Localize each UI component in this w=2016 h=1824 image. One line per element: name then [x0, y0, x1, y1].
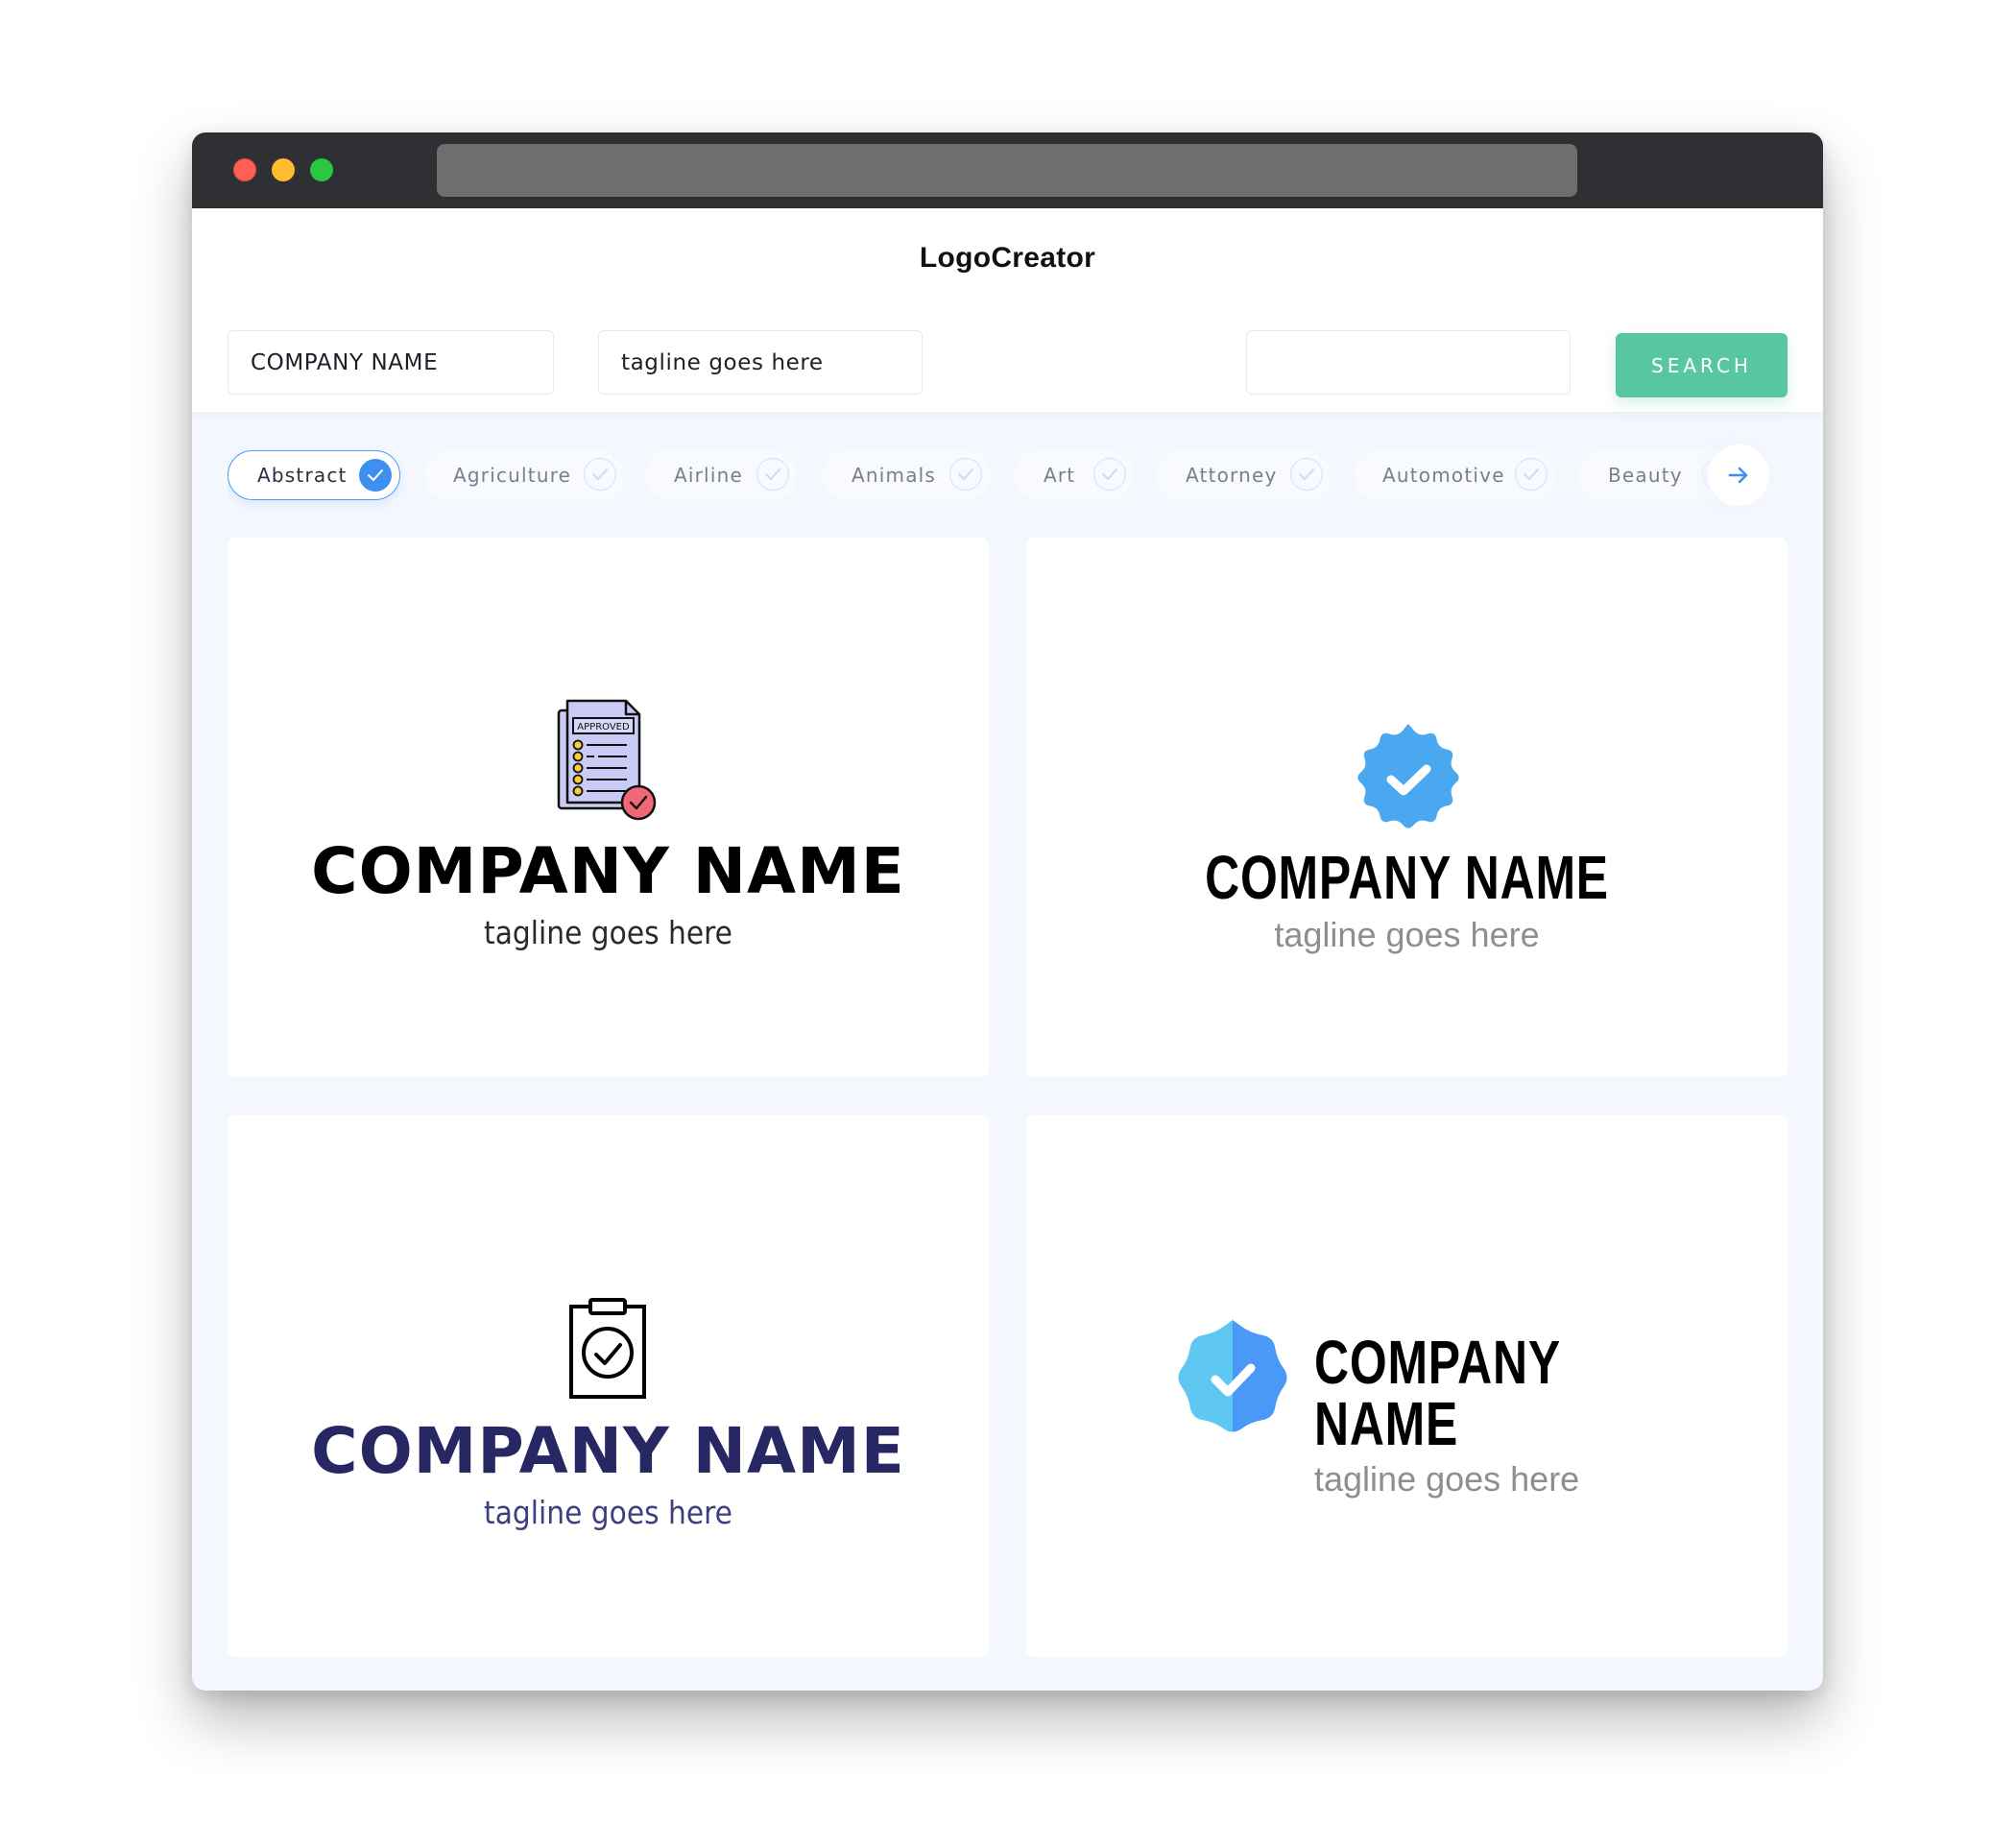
company-name-input[interactable]	[228, 330, 554, 395]
check-icon	[756, 458, 789, 491]
logo-company-name: COMPANY NAME	[311, 1414, 905, 1488]
category-chip-label: Beauty	[1608, 464, 1683, 487]
logo-tagline: tagline goes here	[1274, 915, 1540, 954]
category-chip-label: Automotive	[1382, 464, 1505, 487]
verified-badge-icon	[1357, 724, 1459, 828]
category-chip-label: Agriculture	[453, 464, 572, 487]
category-filter-bar: Abstract Agriculture Airline Animals Art Atto…	[228, 430, 1788, 518]
check-icon	[949, 458, 982, 491]
logo-text: COMPANY NAME tagline goes here	[228, 834, 989, 951]
keyword-input[interactable]	[1246, 330, 1571, 395]
maximize-window-button[interactable]	[310, 158, 333, 181]
category-chip-label: Abstract	[257, 464, 348, 487]
approved-document-icon: APPROVED	[557, 699, 657, 821]
category-chip-label: Attorney	[1186, 464, 1278, 487]
logo-card[interactable]: COMPANY NAME tagline goes here	[1026, 1115, 1788, 1657]
category-chip-automotive[interactable]: Automotive	[1354, 450, 1555, 500]
logo-tagline: tagline goes here	[484, 914, 732, 951]
minimize-window-button[interactable]	[272, 158, 295, 181]
category-chip-label: Airline	[674, 464, 743, 487]
logo-text: COMPANY NAME tagline goes here	[1314, 1332, 1788, 1497]
logo-text: COMPANY NAME tagline goes here	[228, 1414, 989, 1531]
category-chip-art[interactable]: Art	[1015, 450, 1134, 500]
logo-text: COMPANY NAME tagline goes here	[1026, 847, 1788, 952]
logo-company-name: COMPANY NAME	[1314, 1328, 1561, 1458]
category-chip-animals[interactable]: Animals	[823, 450, 990, 500]
site-logo-title[interactable]: LogoCreator	[920, 242, 1095, 275]
check-icon	[1515, 458, 1548, 491]
logo-company-name: COMPANY NAME	[311, 834, 905, 908]
logo-card[interactable]: APPROVED COMPANY NAME tagline goes here	[228, 538, 989, 1077]
browser-titlebar	[192, 132, 1823, 208]
arrow-right-icon	[1728, 467, 1748, 484]
tagline-input[interactable]	[598, 330, 923, 395]
category-chip-list: Abstract Agriculture Airline Animals Art Atto…	[228, 430, 1823, 518]
clipboard-check-icon	[569, 1298, 646, 1399]
site-header: LogoCreator	[192, 208, 1823, 308]
category-chip-airline[interactable]: Airline	[645, 450, 797, 500]
category-chip-agriculture[interactable]: Agriculture	[424, 450, 624, 500]
address-bar[interactable]	[437, 144, 1577, 197]
logo-tagline: tagline goes here	[1314, 1459, 1580, 1499]
search-button[interactable]: SEARCH	[1616, 333, 1788, 397]
category-chip-abstract[interactable]: Abstract	[228, 450, 400, 500]
logo-company-name: COMPANY NAME	[1205, 843, 1609, 912]
logo-card[interactable]: COMPANY NAME tagline goes here	[228, 1115, 989, 1657]
check-icon	[359, 459, 392, 492]
logo-tagline: tagline goes here	[484, 1494, 732, 1531]
category-chip-attorney[interactable]: Attorney	[1157, 450, 1331, 500]
check-icon	[584, 458, 616, 491]
check-icon	[1093, 458, 1126, 491]
search-bar: SEARCH	[192, 308, 1823, 412]
close-window-button[interactable]	[233, 158, 256, 181]
verified-badge-split-icon	[1178, 1320, 1287, 1432]
svg-text:APPROVED: APPROVED	[577, 722, 630, 732]
next-categories-button[interactable]	[1708, 444, 1769, 506]
category-chip-label: Animals	[852, 464, 937, 487]
category-chip-label: Art	[1044, 464, 1076, 487]
logo-card[interactable]: COMPANY NAME tagline goes here	[1026, 538, 1788, 1077]
browser-window: LogoCreator SEARCH Abstract Agriculture Ai…	[192, 132, 1823, 1691]
check-icon	[1290, 458, 1323, 491]
